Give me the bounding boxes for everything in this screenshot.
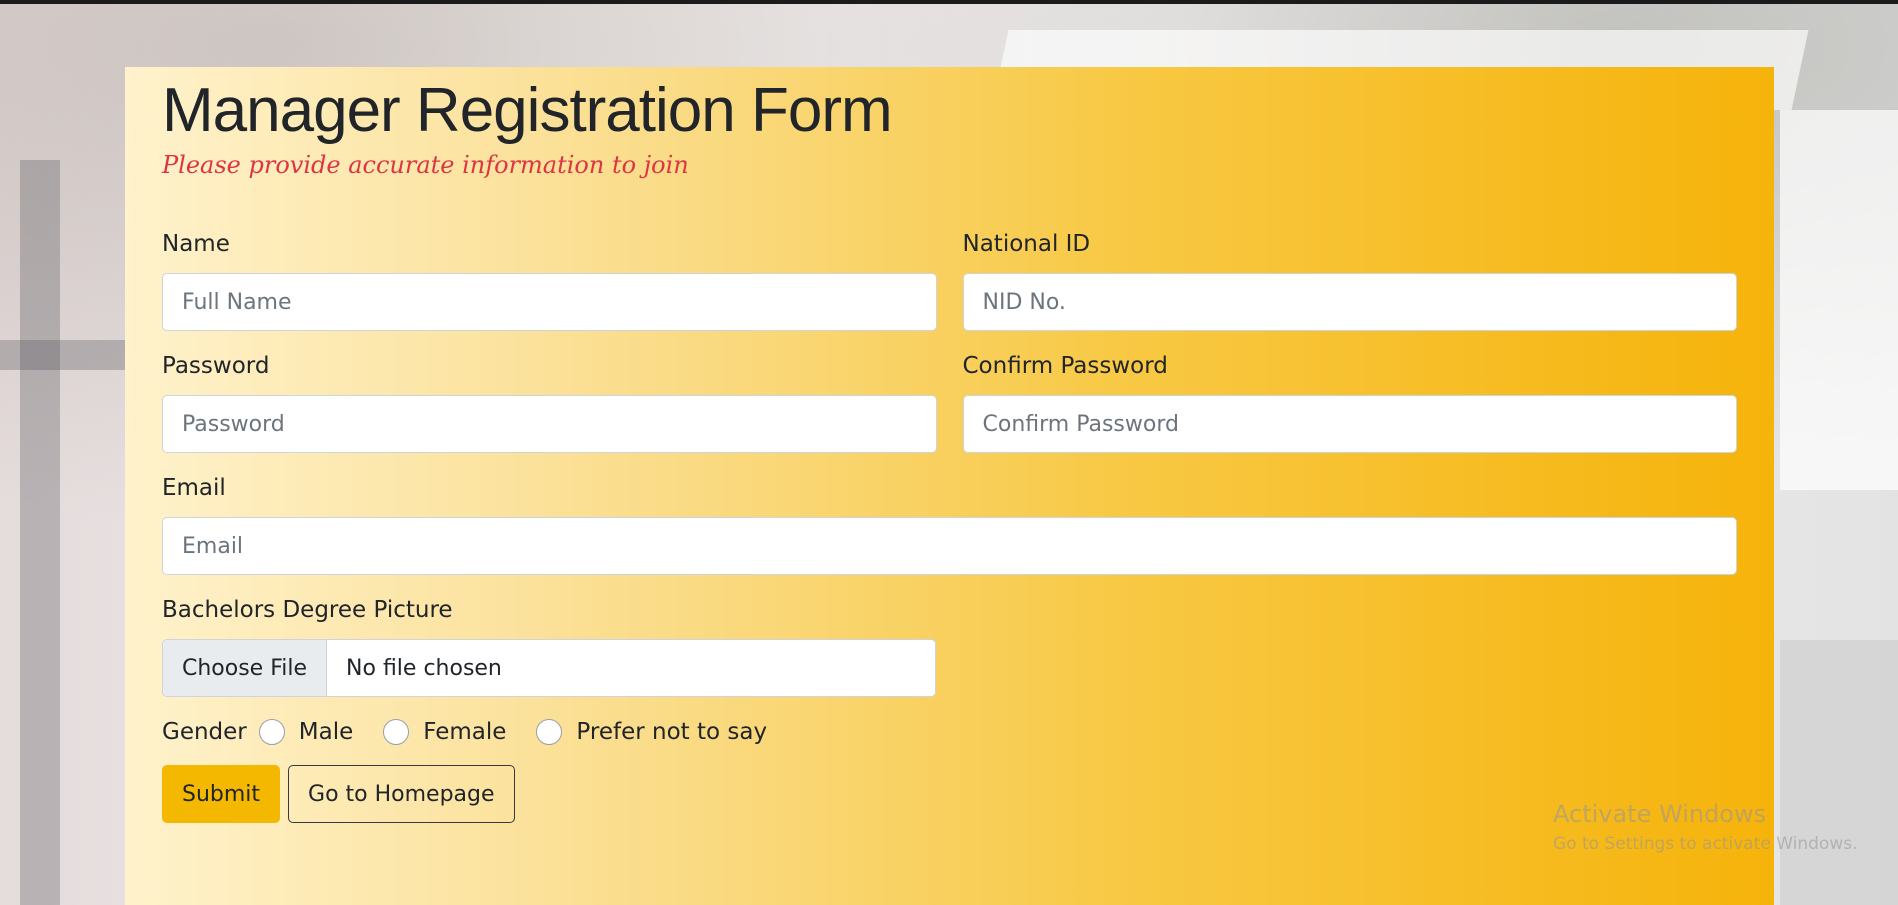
form-row-password: Password Confirm Password	[162, 353, 1737, 454]
file-status: No file chosen	[346, 655, 502, 681]
background-beam	[0, 340, 125, 370]
form-row-file: Bachelors Degree Picture Choose File No …	[162, 597, 1737, 698]
name-input[interactable]	[162, 273, 937, 332]
degree-picture-label: Bachelors Degree Picture	[162, 597, 453, 624]
gender-group: Gender Male Female Prefer not to say	[162, 719, 1737, 746]
go-to-homepage-button[interactable]: Go to Homepage	[288, 765, 515, 824]
confirm-password-group: Confirm Password	[962, 353, 1737, 454]
form-actions: Submit Go to Homepage	[162, 765, 1737, 824]
gender-option-label: Female	[423, 719, 507, 746]
activate-windows-watermark: Activate Windows Go to Settings to activ…	[1553, 800, 1858, 854]
background-wall-lower	[1780, 640, 1898, 905]
degree-picture-file-input[interactable]: Choose File No file chosen	[162, 639, 936, 698]
email-label: Email	[162, 475, 226, 502]
form-row-identity: Name National ID	[162, 231, 1737, 332]
gender-radio-male[interactable]	[258, 719, 285, 746]
gender-option-unspecified[interactable]: Prefer not to say	[536, 719, 768, 746]
registration-form: Name National ID Password Confirm Passwo…	[162, 231, 1737, 824]
confirm-password-input[interactable]	[962, 395, 1737, 454]
password-input[interactable]	[162, 395, 937, 454]
gender-radio-unspecified[interactable]	[536, 719, 563, 746]
background-wall	[1780, 110, 1898, 490]
background-pillar	[20, 160, 60, 905]
top-edge	[0, 0, 1898, 4]
gender-option-label: Prefer not to say	[576, 719, 768, 746]
watermark-subtitle: Go to Settings to activate Windows.	[1553, 834, 1858, 854]
name-group: Name	[162, 231, 937, 332]
email-input[interactable]	[162, 517, 1737, 576]
page-title: Manager Registration Form	[162, 76, 893, 145]
gender-label: Gender	[162, 719, 247, 746]
password-group: Password	[162, 353, 937, 454]
submit-button[interactable]: Submit	[162, 765, 281, 824]
form-row-email: Email	[162, 475, 1737, 576]
degree-picture-group: Bachelors Degree Picture Choose File No …	[162, 597, 1737, 698]
watermark-title: Activate Windows	[1553, 800, 1767, 828]
national-id-label: National ID	[962, 231, 1091, 258]
email-group: Email	[162, 475, 1737, 576]
name-label: Name	[162, 231, 230, 258]
page-subtitle: Please provide accurate information to j…	[162, 151, 689, 180]
password-label: Password	[162, 353, 270, 380]
confirm-password-label: Confirm Password	[962, 353, 1168, 380]
national-id-group: National ID	[962, 231, 1737, 332]
gender-option-male[interactable]: Male	[258, 719, 354, 746]
gender-radio-female[interactable]	[383, 719, 410, 746]
national-id-input[interactable]	[962, 273, 1737, 332]
gender-option-label: Male	[298, 719, 354, 746]
registration-card: Manager Registration Form Please provide…	[125, 67, 1774, 905]
choose-file-button[interactable]: Choose File	[163, 640, 328, 697]
gender-option-female[interactable]: Female	[383, 719, 507, 746]
